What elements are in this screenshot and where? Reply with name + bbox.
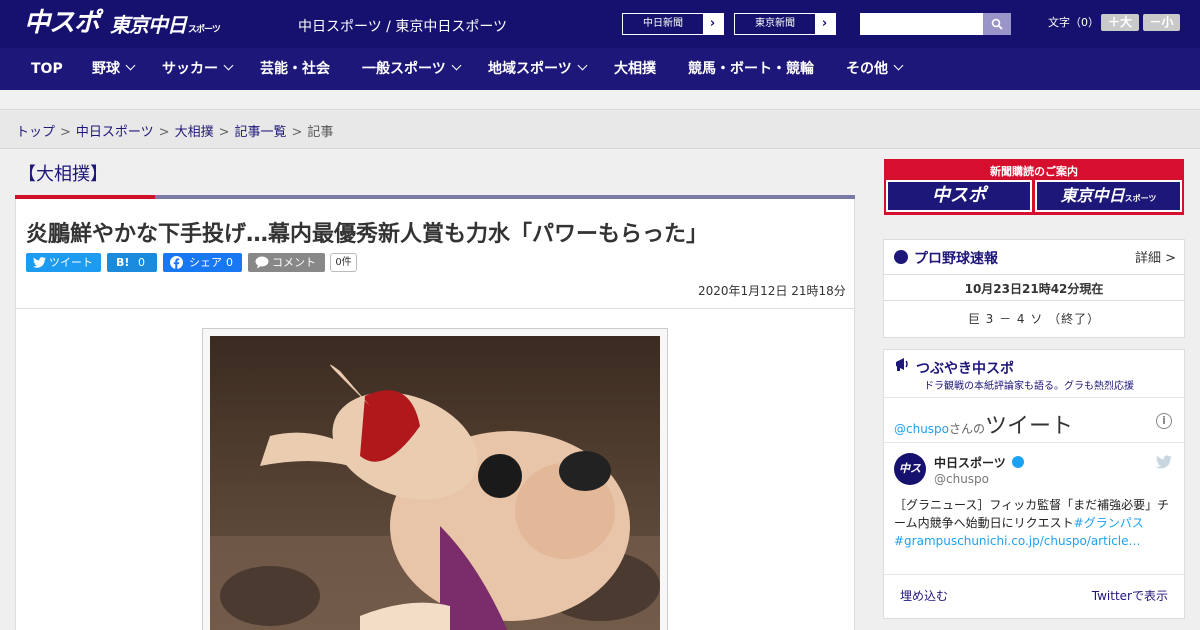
- chuspo-logo[interactable]: 中スポ: [24, 8, 100, 40]
- breadcrumb-chunichi-sports[interactable]: 中日スポーツ: [76, 125, 154, 140]
- font-larger-button[interactable]: ＋大: [1101, 14, 1139, 31]
- breadcrumb-sumo[interactable]: 大相撲: [175, 125, 214, 140]
- nav-item-other[interactable]: その他: [846, 48, 904, 90]
- font-smaller-button[interactable]: －小: [1143, 14, 1180, 31]
- twitter-widget: つぶやき中スポ ドラ観戦の本紙評論家も語る。グラも熱烈応援 @chuspoさんの…: [883, 349, 1185, 619]
- nav-item-baseball[interactable]: 野球: [92, 48, 136, 90]
- article-headline: 炎鵬鮮やかな下手投げ…幕内最優秀新人賞も力水「パワーもらった」: [26, 222, 709, 247]
- tweet-hashtag[interactable]: #グランパス: [1074, 516, 1144, 530]
- nav-item-general-sports[interactable]: 一般スポーツ: [362, 48, 462, 90]
- breadcrumb-current: 記事: [307, 125, 334, 140]
- subscription-chuspo-logo[interactable]: 中スポ: [886, 180, 1032, 212]
- site-name: 中日スポーツ / 東京中日スポーツ: [298, 19, 508, 35]
- breadcrumb-top[interactable]: トップ: [16, 125, 55, 140]
- info-icon[interactable]: i: [1156, 413, 1172, 429]
- chunichi-shimbun-link[interactable]: 中日新聞 ›: [622, 13, 724, 35]
- comment-button[interactable]: コメント: [248, 253, 325, 272]
- megaphone-icon: [896, 358, 908, 371]
- twitter-handle-link[interactable]: @chuspo: [894, 422, 949, 436]
- facebook-icon: [170, 256, 183, 269]
- facebook-share-button[interactable]: シェア 0: [163, 253, 242, 272]
- ad-stripe: [0, 90, 1200, 110]
- chevron-down-icon: [893, 60, 904, 71]
- search-input[interactable]: [860, 13, 984, 35]
- hatena-icon: B!: [116, 256, 130, 269]
- tweet-author-screen-name[interactable]: @chuspo: [934, 472, 989, 486]
- font-size-label: 文字（0）: [1048, 16, 1099, 29]
- article-date: 2020年1月12日 21時18分: [698, 284, 846, 298]
- nav-item-soccer[interactable]: サッカー: [162, 48, 234, 90]
- chevron-right-icon: ›: [821, 16, 828, 31]
- verified-badge-icon: [1012, 456, 1024, 468]
- baseball-detail-link[interactable]: 詳細 >: [1135, 247, 1176, 266]
- chevron-down-icon: [451, 60, 462, 71]
- tokyo-chunichi-logo[interactable]: 東京中日 スポーツ: [110, 10, 221, 42]
- nav-item-sumo[interactable]: 大相撲: [614, 48, 656, 90]
- view-on-twitter-link[interactable]: Twitterで表示: [1092, 587, 1168, 604]
- avatar[interactable]: 中スポ: [894, 453, 926, 507]
- hatena-bookmark-button[interactable]: B! 0: [107, 253, 157, 272]
- main-nav: TOP 野球 サッカー 芸能・社会 一般スポーツ 地域スポーツ 大相撲 競馬・ボ…: [0, 48, 1200, 90]
- baseball-icon: [894, 250, 908, 264]
- twitter-bird-icon[interactable]: [1156, 455, 1172, 469]
- subscription-tokyo-chunichi-logo[interactable]: 東京中日スポーツ: [1035, 180, 1182, 212]
- baseball-updated-time: 10月23日21時42分現在: [964, 282, 1104, 296]
- nav-item-racing[interactable]: 競馬・ボート・競輪: [688, 48, 814, 90]
- twitter-timeline: @chuspoさんのツイート i 中スポ 中日スポーツ @chuspo ［グラニ…: [884, 397, 1184, 618]
- search-button[interactable]: [983, 13, 1011, 35]
- subscription-title: 新聞購読のご案内: [990, 165, 1078, 178]
- tokyo-shimbun-link[interactable]: 東京新聞 ›: [734, 13, 836, 35]
- baseball-score-card: プロ野球速報 詳細 > 10月23日21時42分現在 巨 3 － 4 ソ （終了…: [883, 239, 1185, 338]
- chevron-right-icon: ›: [709, 16, 716, 31]
- article-category: 【大相撲】: [18, 164, 108, 185]
- top-header: 中スポ 東京中日 スポーツ 中日スポーツ / 東京中日スポーツ 中日新聞 › 東京…: [0, 0, 1200, 48]
- baseball-title: プロ野球速報: [914, 251, 998, 267]
- chevron-down-icon: [577, 60, 588, 71]
- tweet-author-name[interactable]: 中日スポーツ: [934, 454, 1006, 471]
- baseball-score[interactable]: 巨 3 － 4 ソ （終了）: [884, 310, 1184, 327]
- twitter-widget-title: つぶやき中スポ: [916, 361, 1014, 377]
- embed-link[interactable]: 埋め込む: [900, 587, 948, 604]
- nav-item-top[interactable]: TOP: [31, 48, 63, 90]
- breadcrumb-article-list[interactable]: 記事一覧: [235, 125, 287, 140]
- article-divider: [16, 308, 854, 309]
- comment-count: 0件: [330, 253, 357, 272]
- search-icon: [991, 18, 1003, 30]
- breadcrumb: トップ > 中日スポーツ > 大相撲 > 記事一覧 > 記事: [0, 111, 1200, 149]
- tweet-link[interactable]: #grampuschunichi.co.jp/chuspo/article…: [894, 534, 1140, 548]
- twitter-bird-icon: [33, 257, 46, 268]
- tweet-text: ［グラニュース］フィッカ監督「まだ補強必要」チーム内競争へ始動日にリクエスト#グ…: [894, 498, 1170, 548]
- chevron-down-icon: [223, 60, 234, 71]
- nav-item-regional-sports[interactable]: 地域スポーツ: [488, 48, 588, 90]
- nav-item-entertainment[interactable]: 芸能・社会: [260, 48, 330, 90]
- tweet-button[interactable]: ツイート: [26, 253, 101, 272]
- twitter-widget-subtitle: ドラ観戦の本紙評論家も語る。グラも熱烈応援: [924, 381, 1134, 392]
- speech-bubble-icon: [255, 256, 269, 269]
- chevron-down-icon: [125, 60, 136, 71]
- sumo-photo[interactable]: [210, 336, 660, 630]
